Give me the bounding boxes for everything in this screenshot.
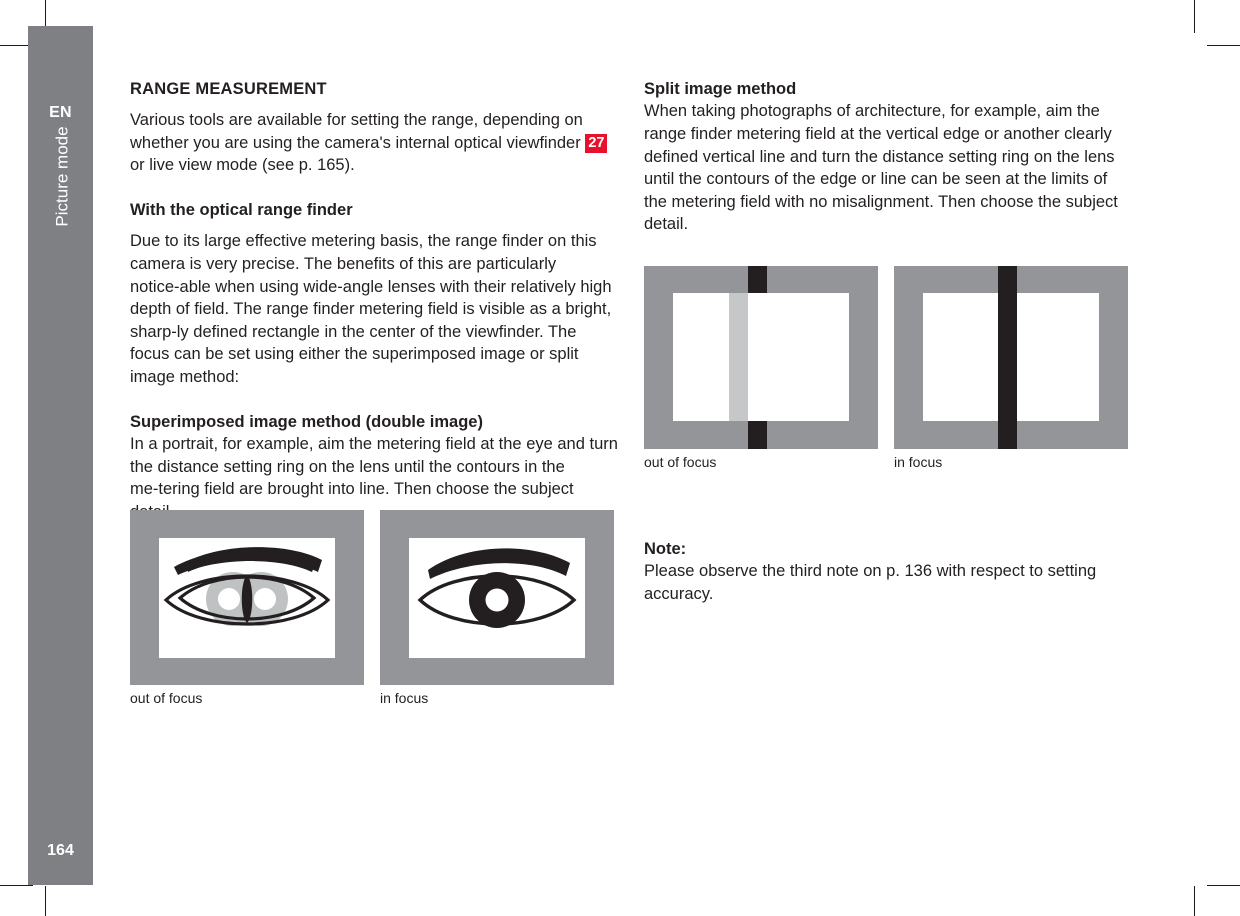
page-number: 164 bbox=[47, 842, 74, 859]
subheading-superimposed-image-method: Superimposed image method (double image) bbox=[130, 412, 483, 431]
note-body: Please observe the third note on p. 136 … bbox=[644, 562, 1097, 604]
intro-text-part2: or live view mode (see p. 165). bbox=[130, 156, 355, 175]
note-block: Note: Please observe the third note on p… bbox=[644, 538, 1132, 606]
intro-text-part1: Various tools are available for setting … bbox=[130, 111, 586, 152]
figure-caption: in focus bbox=[380, 690, 429, 706]
crop-mark-top-right-vertical bbox=[1194, 0, 1195, 33]
cross-reference-badge[interactable]: 27 bbox=[585, 133, 608, 153]
figure-split-image-in-focus: in focus bbox=[894, 266, 1128, 471]
figure-caption: in focus bbox=[894, 454, 943, 470]
crop-mark-bottom-right-horizontal bbox=[1207, 885, 1240, 886]
figure-caption: out of focus bbox=[644, 454, 717, 470]
crop-mark-bottom-right-vertical bbox=[1194, 886, 1195, 916]
left-text-column: RANGE MEASUREMENT Various tools are avai… bbox=[130, 78, 618, 523]
chapter-label: Picture mode bbox=[52, 126, 72, 227]
eye-single-image-icon bbox=[380, 510, 614, 685]
figure-split-image-out-of-focus: out of focus bbox=[644, 266, 878, 471]
subheading-split-image-method: Split image method bbox=[644, 80, 797, 98]
manual-page: EN Picture mode 164 RANGE MEASUREMENT Va… bbox=[0, 0, 1240, 916]
figure-eye-out-of-focus: out of focus bbox=[130, 510, 364, 707]
page-title: RANGE MEASUREMENT bbox=[130, 80, 327, 98]
crop-mark-bottom-left-horizontal bbox=[0, 885, 33, 886]
figure-caption: out of focus bbox=[130, 690, 203, 706]
crop-mark-top-right-horizontal bbox=[1207, 45, 1240, 46]
intro-paragraph: Various tools are available for setting … bbox=[130, 109, 618, 177]
body-optical-range-finder: Due to its large effective metering basi… bbox=[130, 232, 612, 387]
chapter-sidebar: EN Picture mode 164 bbox=[28, 26, 93, 885]
figure-eye-in-focus: in focus bbox=[380, 510, 614, 707]
split-image-misaligned-icon bbox=[644, 266, 878, 449]
crop-mark-bottom-left-vertical bbox=[45, 886, 46, 916]
eye-double-image-icon bbox=[130, 510, 364, 685]
subheading-optical-range-finder: With the optical range finder bbox=[130, 201, 353, 220]
body-split-image-method: When taking photographs of architecture,… bbox=[644, 102, 1118, 234]
split-image-aligned-icon bbox=[894, 266, 1128, 449]
note-label: Note: bbox=[644, 540, 687, 558]
right-text-column: Split image method When taking photograp… bbox=[644, 78, 1132, 236]
